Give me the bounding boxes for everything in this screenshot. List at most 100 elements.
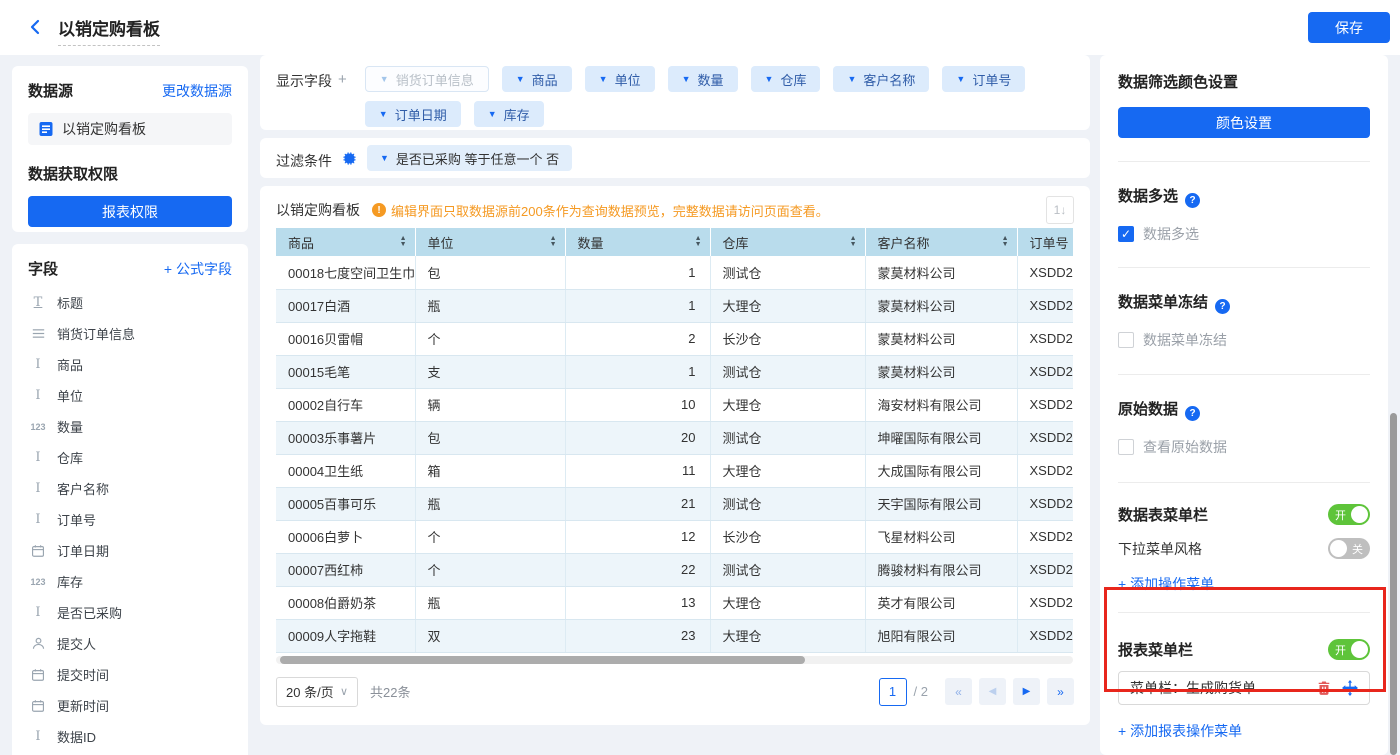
page-size-select[interactable]: 20 条/页 ∨ — [276, 677, 358, 707]
number-field-icon: 123 — [28, 422, 48, 432]
display-field-chip[interactable]: ▼客户名称 — [833, 66, 929, 92]
trash-icon[interactable] — [1316, 680, 1332, 696]
help-icon[interactable]: ? — [1185, 193, 1200, 208]
display-field-chip-label: 销货订单信息 — [396, 70, 474, 89]
field-item-label: 订单号 — [57, 510, 96, 529]
menu-freeze-checkbox[interactable] — [1118, 332, 1134, 348]
table-row[interactable]: 00015毛笔支1测试仓蒙莫材料公司XSDD20 — [276, 355, 1073, 388]
display-field-chip[interactable]: ▼订单号 — [942, 66, 1025, 92]
help-icon[interactable]: ? — [1215, 299, 1230, 314]
table-row[interactable]: 00006白萝卜个12长沙仓飞星材料公司XSDD20 — [276, 520, 1073, 553]
field-item[interactable]: 123库存 — [28, 566, 232, 597]
page-vertical-scrollbar[interactable] — [1390, 413, 1397, 755]
prev-page-icon[interactable]: ◀ — [979, 678, 1006, 705]
table-row[interactable]: 00004卫生纸箱11大理仓大成国际有限公司XSDD20 — [276, 454, 1073, 487]
display-field-chip[interactable]: ▼仓库 — [751, 66, 821, 92]
table-row[interactable]: 00007西红柿个22测试仓腾骏材料有限公司XSDD20 — [276, 553, 1073, 586]
table-cell: 支 — [415, 355, 565, 388]
gear-icon[interactable] — [342, 151, 357, 166]
column-header-label: 客户名称 — [878, 233, 930, 252]
page-size-value: 20 条/页 — [286, 682, 334, 701]
table-cell: XSDD20 — [1017, 388, 1073, 421]
add-action-menu-link[interactable]: + 添加操作菜单 — [1118, 574, 1214, 594]
last-page-icon[interactable]: » — [1047, 678, 1074, 705]
sort-order-button[interactable]: 1↓ — [1046, 196, 1074, 224]
field-item[interactable]: 提交人 — [28, 628, 232, 659]
report-menubar-toggle[interactable]: 开 — [1328, 639, 1370, 660]
table-cell: 大成国际有限公司 — [865, 454, 1017, 487]
table-cell: 20 — [565, 421, 710, 454]
horizontal-scrollbar-thumb[interactable] — [280, 656, 805, 664]
report-permission-button[interactable]: 报表权限 — [28, 196, 232, 227]
sort-arrows-icon[interactable]: ▲▼ — [550, 236, 557, 248]
field-item[interactable]: I单位 — [28, 380, 232, 411]
display-field-chip[interactable]: ▼库存 — [474, 101, 544, 127]
display-field-chip[interactable]: ▼订单日期 — [365, 101, 461, 127]
dropdown-style-toggle[interactable]: 关 — [1328, 538, 1370, 559]
column-header[interactable]: 商品▲▼ — [276, 228, 415, 256]
table-row[interactable]: 00003乐事薯片包20测试仓坤曜国际有限公司XSDD20 — [276, 421, 1073, 454]
display-field-chip[interactable]: ▼单位 — [585, 66, 655, 92]
table-cell: 00008伯爵奶茶 — [276, 586, 415, 619]
table-menubar-toggle[interactable]: 开 — [1328, 504, 1370, 525]
field-item[interactable]: 123数量 — [28, 411, 232, 442]
column-header[interactable]: 仓库▲▼ — [710, 228, 865, 256]
first-page-icon[interactable]: « — [945, 678, 972, 705]
field-item[interactable]: I仓库 — [28, 442, 232, 473]
table-row[interactable]: 00018七度空间卫生巾包1测试仓蒙莫材料公司XSDD20 — [276, 256, 1073, 289]
chevron-down-icon: ▼ — [682, 74, 691, 84]
field-item[interactable]: I客户名称 — [28, 473, 232, 504]
sort-arrows-icon[interactable]: ▲▼ — [1002, 236, 1009, 248]
next-page-icon[interactable]: ▶ — [1013, 678, 1040, 705]
horizontal-scrollbar[interactable] — [276, 656, 1073, 664]
fields-title: 字段 — [28, 258, 58, 279]
datasource-item[interactable]: 以销定购看板 — [28, 113, 232, 145]
save-button[interactable]: 保存 — [1308, 12, 1390, 43]
display-field-chip[interactable]: ▼销货订单信息 — [365, 66, 489, 92]
field-item-label: 标题 — [57, 293, 83, 312]
column-header[interactable]: 单位▲▼ — [415, 228, 565, 256]
table-cell: 00009人字拖鞋 — [276, 619, 415, 652]
display-field-chip[interactable]: ▼商品 — [502, 66, 572, 92]
field-item-label: 仓库 — [57, 448, 83, 467]
table-row[interactable]: 00002自行车辆10大理仓海安材料有限公司XSDD20 — [276, 388, 1073, 421]
current-page-input[interactable]: 1 — [879, 678, 907, 706]
change-datasource-link[interactable]: 更改数据源 — [162, 81, 232, 101]
display-field-chip[interactable]: ▼数量 — [668, 66, 738, 92]
field-item[interactable]: 提交时间 — [28, 659, 232, 690]
sort-arrows-icon[interactable]: ▲▼ — [695, 236, 702, 248]
chevron-down-icon: ▼ — [847, 74, 856, 84]
sort-arrows-icon[interactable]: ▲▼ — [400, 236, 407, 248]
multi-select-checkbox[interactable]: ✓ — [1118, 226, 1134, 242]
table-row[interactable]: 00016贝雷帽个2长沙仓蒙莫材料公司XSDD20 — [276, 322, 1073, 355]
field-item[interactable]: I是否已采购 — [28, 597, 232, 628]
field-item[interactable]: 销货订单信息 — [28, 318, 232, 349]
help-icon[interactable]: ? — [1185, 406, 1200, 421]
filter-condition-chip[interactable]: ▼ 是否已采购 等于任意一个 否 — [367, 145, 572, 171]
column-header[interactable]: 客户名称 ▲▼ — [865, 228, 1017, 256]
add-formula-field-link[interactable]: + 公式字段 — [164, 259, 232, 279]
raw-data-checkbox[interactable] — [1118, 439, 1134, 455]
field-item[interactable]: I订单号 — [28, 504, 232, 535]
move-icon[interactable] — [1342, 680, 1358, 696]
field-item[interactable]: I数据ID — [28, 721, 232, 752]
add-report-action-menu-link[interactable]: + 添加报表操作菜单 — [1118, 721, 1242, 741]
table-row[interactable]: 00008伯爵奶茶瓶13大理仓英才有限公司XSDD20 — [276, 586, 1073, 619]
column-header[interactable]: 订单号 — [1017, 228, 1073, 256]
column-header[interactable]: 数量▲▼ — [565, 228, 710, 256]
field-item[interactable]: I商品 — [28, 349, 232, 380]
back-icon[interactable] — [26, 17, 46, 37]
field-item[interactable]: T 标题 — [28, 287, 232, 318]
add-display-field-icon[interactable]: + — [338, 71, 347, 119]
table-cell: 测试仓 — [710, 487, 865, 520]
table-row[interactable]: 00009人字拖鞋双23大理仓旭阳有限公司XSDD20 — [276, 619, 1073, 652]
field-item[interactable]: 更新时间 — [28, 690, 232, 721]
color-settings-button[interactable]: 颜色设置 — [1118, 107, 1370, 138]
sort-arrows-icon[interactable]: ▲▼ — [850, 236, 857, 248]
title-field-icon: T — [28, 295, 48, 310]
field-item[interactable]: 订单日期 — [28, 535, 232, 566]
table-row[interactable]: 00005百事可乐瓶21测试仓天宇国际有限公司XSDD20 — [276, 487, 1073, 520]
filter-condition-label: 是否已采购 等于任意一个 否 — [396, 149, 559, 168]
report-menu-item[interactable]: 菜单栏：生成购货单 — [1118, 671, 1370, 705]
table-row[interactable]: 00017白酒瓶1大理仓蒙莫材料公司XSDD20 — [276, 289, 1073, 322]
